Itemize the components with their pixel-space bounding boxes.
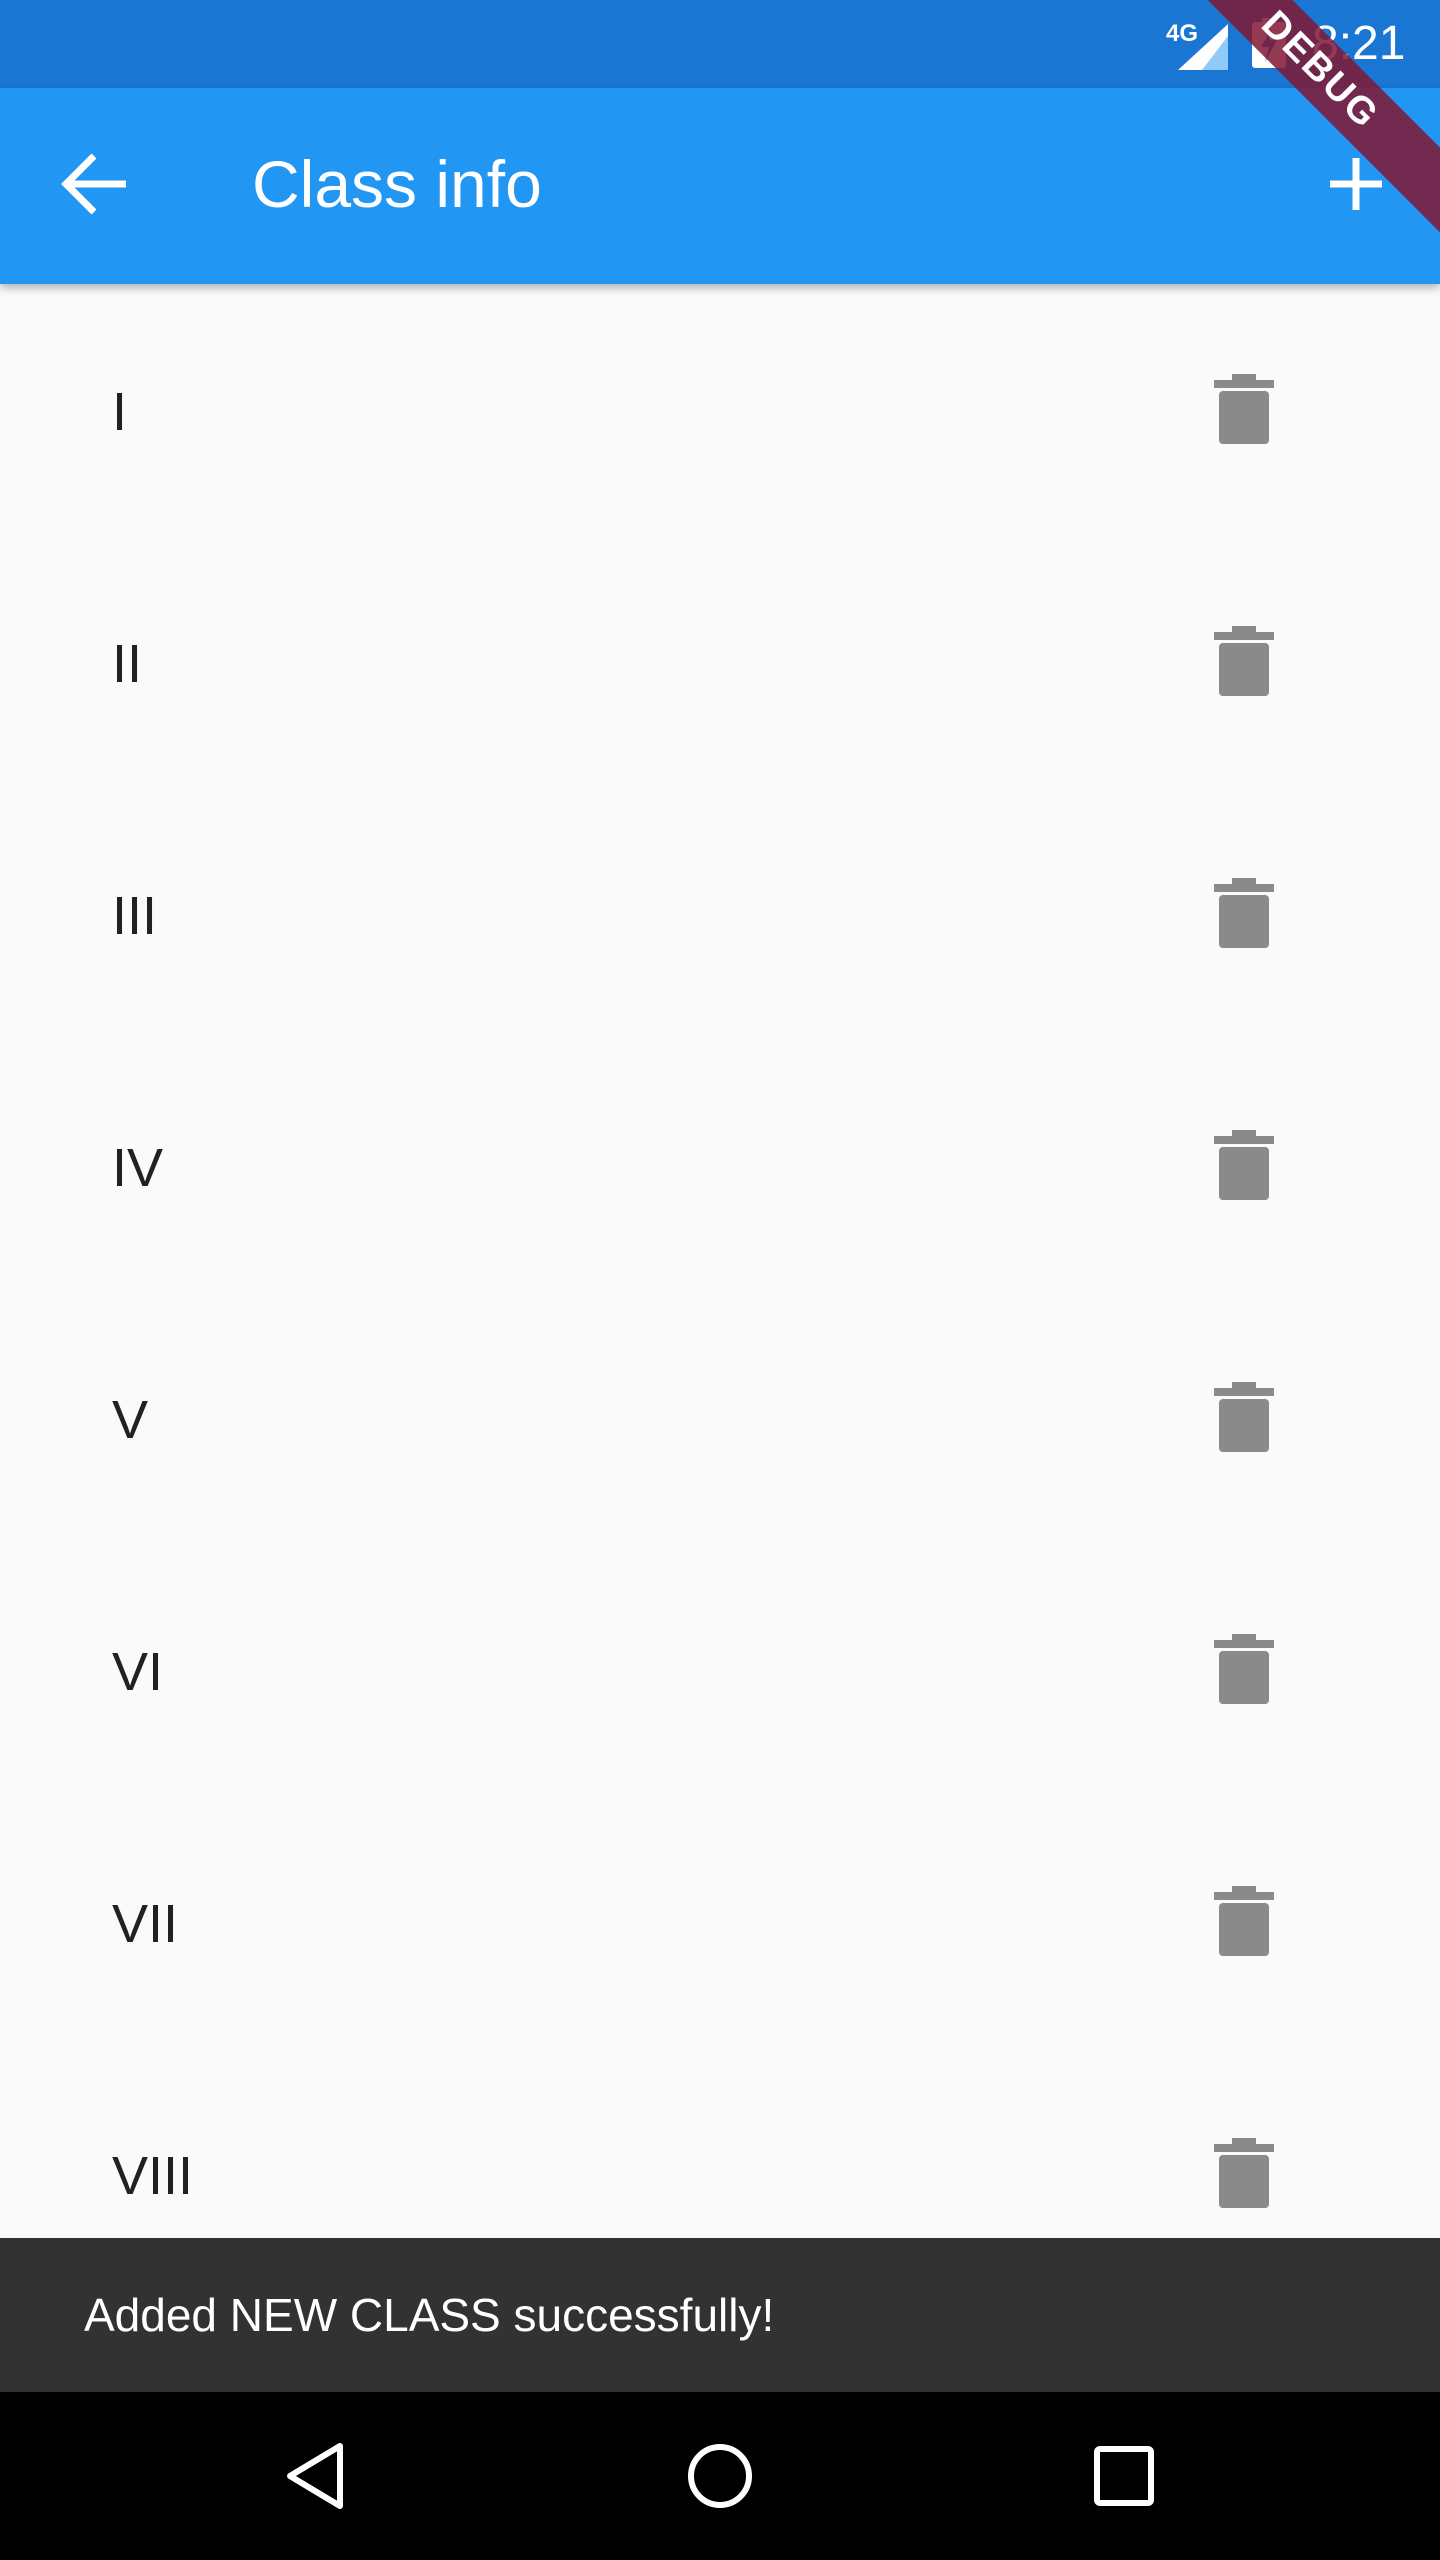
class-label: I	[112, 382, 128, 442]
page-title: Class info	[252, 147, 542, 221]
list-item[interactable]: VIII	[0, 2048, 1440, 2238]
delete-icon[interactable]	[1214, 2138, 1274, 2208]
delete-icon[interactable]	[1214, 1634, 1274, 1704]
delete-icon[interactable]	[1214, 374, 1274, 444]
home-circle-icon[interactable]	[680, 2436, 760, 2516]
delete-icon[interactable]	[1214, 878, 1274, 948]
snackbar-message: Added NEW CLASS successfully!	[84, 2289, 775, 2341]
class-label: VIII	[112, 2146, 194, 2206]
class-label: VI	[112, 1642, 164, 1702]
class-label: IV	[112, 1138, 164, 1198]
delete-icon[interactable]	[1214, 626, 1274, 696]
class-list: I II III IV V VI VII VIII	[0, 284, 1440, 2238]
app-bar: Class info	[0, 88, 1440, 284]
system-nav-bar	[0, 2392, 1440, 2560]
list-item[interactable]: IV	[0, 1040, 1440, 1292]
class-label: V	[112, 1390, 149, 1450]
arrow-back-icon[interactable]	[60, 152, 130, 216]
delete-icon[interactable]	[1214, 1382, 1274, 1452]
list-item[interactable]: II	[0, 536, 1440, 788]
class-label: VII	[112, 1894, 179, 1954]
delete-icon[interactable]	[1214, 1130, 1274, 1200]
list-item[interactable]: VI	[0, 1544, 1440, 1796]
class-label: II	[112, 634, 143, 694]
class-label: III	[112, 886, 158, 946]
list-item[interactable]: VII	[0, 1796, 1440, 2048]
delete-icon[interactable]	[1214, 1886, 1274, 1956]
snackbar: Added NEW CLASS successfully!	[0, 2238, 1440, 2392]
signal-icon	[1178, 24, 1228, 70]
back-triangle-icon[interactable]	[276, 2436, 356, 2516]
recents-square-icon[interactable]	[1084, 2436, 1164, 2516]
list-item[interactable]: I	[0, 284, 1440, 536]
list-item[interactable]: III	[0, 788, 1440, 1040]
list-item[interactable]: V	[0, 1292, 1440, 1544]
